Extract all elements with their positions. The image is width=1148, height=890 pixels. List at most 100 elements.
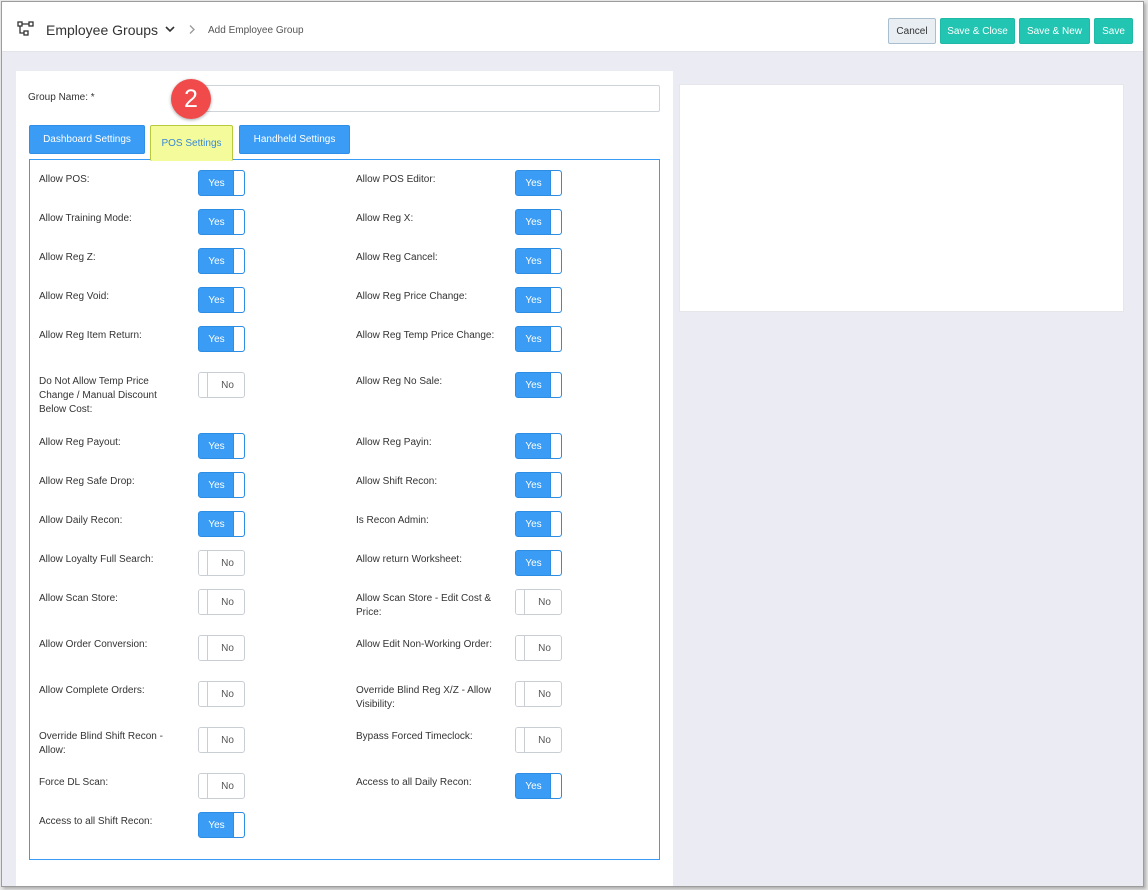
toggle-state: Yes [208,294,225,306]
top-bar: Employee Groups Add Employee Group Cance… [2,2,1143,52]
setting-toggle[interactable]: Yes [515,326,562,352]
callout-badge: 2 [171,79,211,119]
toggle-state: Yes [525,333,542,345]
toggle-knob [550,171,561,195]
setting-toggle[interactable]: Yes [198,472,245,498]
toggle-state: Yes [525,216,542,228]
setting-label: Allow Reg Safe Drop: [39,476,135,487]
setting-toggle[interactable]: Yes [515,550,562,576]
toggle-state: Yes [525,780,542,792]
setting-toggle[interactable]: Yes [515,773,562,799]
setting-toggle[interactable]: No [515,589,562,615]
toggle-knob [516,590,525,614]
setting-toggle[interactable]: No [515,681,562,707]
save-new-button[interactable]: Save & New [1019,18,1090,44]
hierarchy-icon [17,21,34,36]
side-panel [679,84,1124,312]
setting-toggle[interactable]: Yes [198,209,245,235]
toggle-state: Yes [208,479,225,491]
setting-label: Allow Scan Store: [39,593,118,604]
setting-label: Allow Order Conversion: [39,639,148,650]
setting-toggle[interactable]: No [198,681,245,707]
toggle-state: Yes [525,177,542,189]
toggle-state: Yes [208,333,225,345]
toggle-state: Yes [525,294,542,306]
toggle-knob [199,590,208,614]
toggle-knob [550,288,561,312]
toggle-knob [233,288,244,312]
toggle-knob [233,171,244,195]
setting-toggle[interactable]: Yes [515,248,562,274]
setting-toggle[interactable]: No [198,727,245,753]
setting-label: Allow Reg Price Change: [356,291,468,302]
toggle-knob [550,327,561,351]
setting-toggle[interactable]: Yes [198,326,245,352]
setting-toggle[interactable]: Yes [198,170,245,196]
toggle-state: Yes [208,255,225,267]
toggle-state: No [221,596,234,608]
toggle-knob [516,728,525,752]
toggle-state: Yes [525,479,542,491]
toggle-knob [550,434,561,458]
setting-toggle[interactable]: Yes [515,472,562,498]
toggle-knob [199,774,208,798]
group-name-label: Group Name: * [28,92,95,103]
setting-toggle[interactable]: No [198,550,245,576]
toggle-state: Yes [525,255,542,267]
setting-label: Is Recon Admin: [356,515,429,526]
setting-toggle[interactable]: No [198,773,245,799]
setting-label: Allow Reg Temp Price Change: [356,330,495,341]
app-window: Employee Groups Add Employee Group Cance… [1,1,1144,887]
setting-label: Allow return Worksheet: [356,554,462,565]
setting-label: Allow Reg Item Return: [39,330,142,341]
tab-handheld-settings[interactable]: Handheld Settings [239,125,350,154]
tab-dashboard-settings[interactable]: Dashboard Settings [29,125,145,154]
setting-toggle[interactable]: No [198,589,245,615]
toggle-state: Yes [208,216,225,228]
setting-toggle[interactable]: Yes [198,433,245,459]
module-title: Employee Groups [46,22,159,38]
toggle-knob [199,728,208,752]
setting-toggle[interactable]: Yes [515,511,562,537]
toggle-state: Yes [208,177,225,189]
breadcrumb: Add Employee Group [208,25,304,36]
setting-toggle[interactable]: No [198,372,245,398]
setting-label: Allow Reg Payout: [39,437,121,448]
toggle-knob [550,373,561,397]
save-close-button[interactable]: Save & Close [940,18,1015,44]
setting-toggle[interactable]: Yes [515,287,562,313]
toggle-knob [550,249,561,273]
toggle-knob [550,551,561,575]
setting-label: Allow Reg Payin: [356,437,432,448]
toggle-state: Yes [525,557,542,569]
toggle-knob [233,813,244,837]
pos-settings-panel: Allow POS: Yes Allow Training Mode: Yes Allo… [29,159,660,860]
toggle-knob [516,636,525,660]
chevron-down-icon[interactable] [164,24,176,34]
setting-toggle[interactable]: Yes [198,287,245,313]
setting-toggle[interactable]: Yes [515,372,562,398]
setting-toggle[interactable]: Yes [515,209,562,235]
toggle-state: No [538,596,551,608]
setting-label: Override Blind Shift Recon - Allow: [39,731,163,756]
toggle-state: No [538,688,551,700]
toggle-state: Yes [208,440,225,452]
setting-toggle[interactable]: No [515,727,562,753]
setting-label: Allow Shift Recon: [356,476,438,487]
chevron-right-icon [189,25,195,34]
save-button[interactable]: Save [1094,18,1133,44]
setting-toggle[interactable]: Yes [515,433,562,459]
setting-toggle[interactable]: No [198,635,245,661]
toggle-state: No [538,734,551,746]
setting-toggle[interactable]: Yes [198,511,245,537]
toggle-knob [233,327,244,351]
setting-toggle[interactable]: Yes [515,170,562,196]
setting-toggle[interactable]: No [515,635,562,661]
setting-toggle[interactable]: Yes [198,812,245,838]
tab-pos-settings[interactable]: POS Settings [150,125,233,161]
toggle-knob [233,434,244,458]
cancel-button[interactable]: Cancel [888,18,936,44]
group-name-input[interactable] [184,85,660,112]
setting-toggle[interactable]: Yes [198,248,245,274]
setting-label: Allow POS: [39,174,90,185]
